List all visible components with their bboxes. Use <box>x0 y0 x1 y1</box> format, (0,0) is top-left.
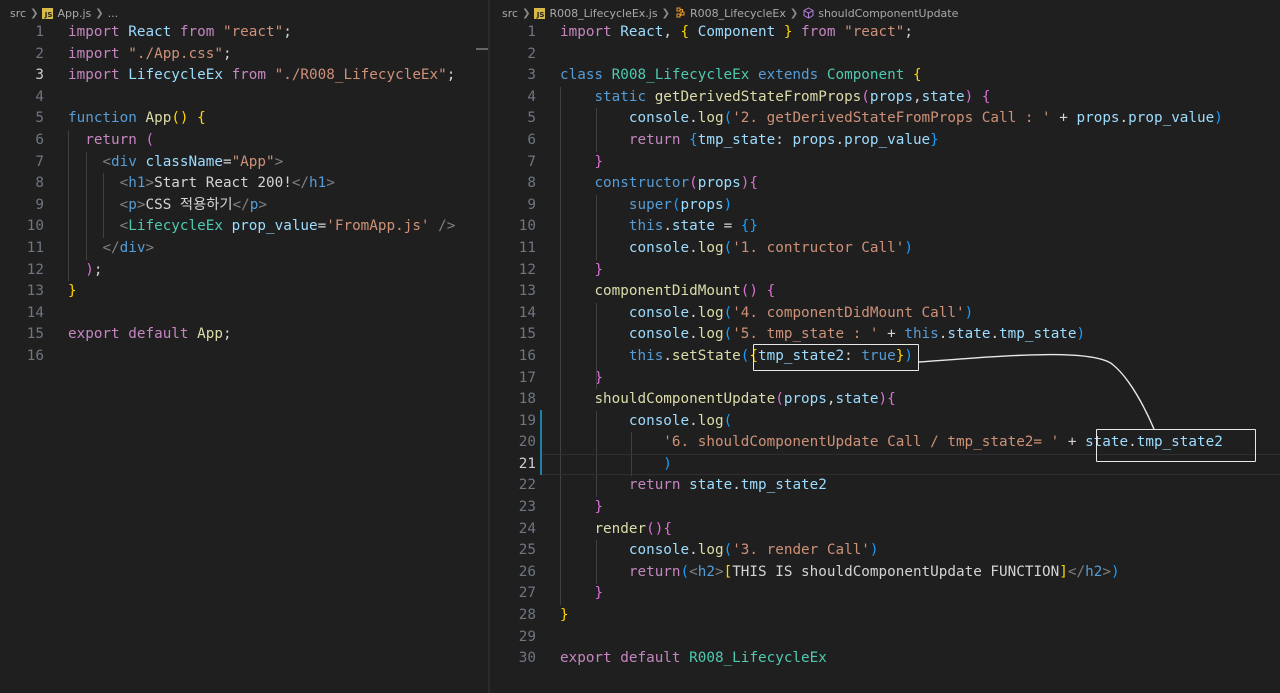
annotation-connector <box>918 353 1155 430</box>
